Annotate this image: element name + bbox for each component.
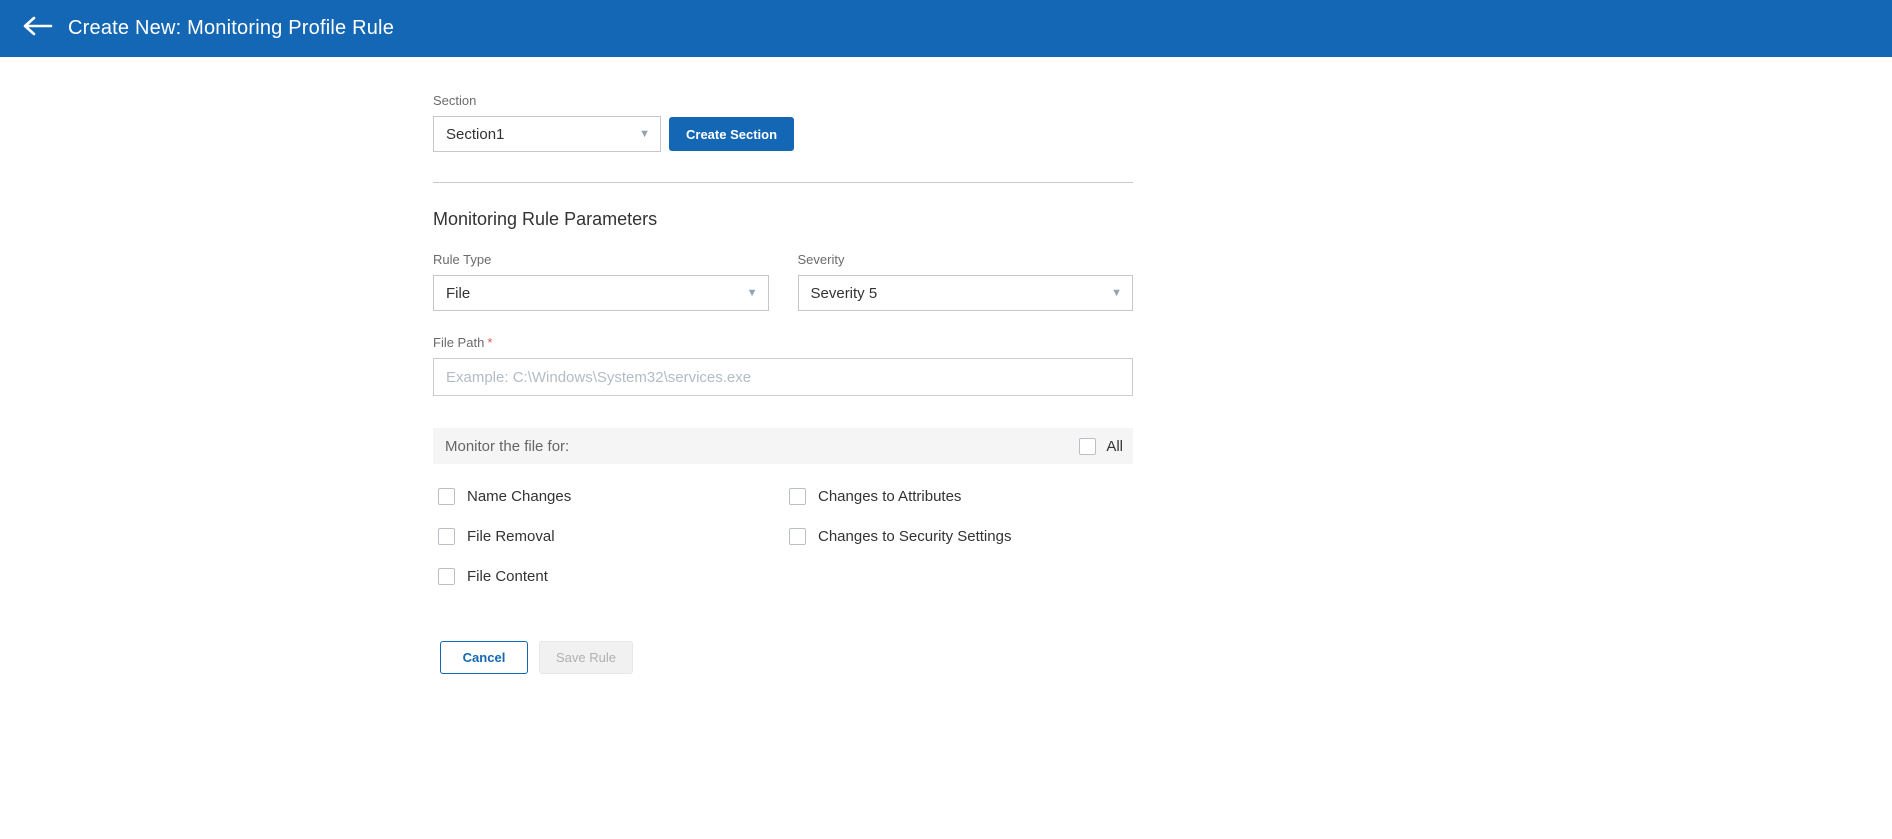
grid-spacer xyxy=(789,568,1133,585)
option-label: Changes to Security Settings xyxy=(818,528,1011,545)
chevron-down-icon: ▼ xyxy=(639,129,650,140)
rule-type-dropdown[interactable]: File ▼ xyxy=(433,275,769,311)
arrow-left-icon xyxy=(22,15,54,42)
monitor-band: Monitor the file for: All xyxy=(433,428,1133,464)
rule-type-label: Rule Type xyxy=(433,252,769,267)
section-label: Section xyxy=(433,93,1133,108)
cancel-button[interactable]: Cancel xyxy=(440,641,528,674)
create-rule-form: Section Section1 ▼ Create Section Monito… xyxy=(433,57,1133,674)
rule-type-dropdown-value: File xyxy=(446,285,470,302)
name-changes-checkbox[interactable] xyxy=(438,488,455,505)
section-dropdown[interactable]: Section1 ▼ xyxy=(433,116,661,152)
save-rule-button[interactable]: Save Rule xyxy=(539,641,633,674)
file-path-input[interactable] xyxy=(433,358,1133,396)
form-actions: Cancel Save Rule xyxy=(433,641,1133,674)
all-checkbox-row[interactable]: All xyxy=(1079,438,1123,455)
chevron-down-icon: ▼ xyxy=(747,288,758,299)
option-changes-to-attributes[interactable]: Changes to Attributes xyxy=(789,488,1133,505)
severity-label: Severity xyxy=(798,252,1134,267)
parameters-heading: Monitoring Rule Parameters xyxy=(433,209,1133,230)
option-file-removal[interactable]: File Removal xyxy=(438,528,789,545)
chevron-down-icon: ▼ xyxy=(1111,288,1122,299)
rule-type-field: Rule Type File ▼ xyxy=(433,252,769,311)
header-bar: Create New: Monitoring Profile Rule xyxy=(0,0,1892,57)
all-checkbox-label: All xyxy=(1106,438,1123,455)
monitor-options-grid: Name Changes Changes to Attributes File … xyxy=(433,488,1133,585)
section-dropdown-value: Section1 xyxy=(446,126,504,143)
all-checkbox[interactable] xyxy=(1079,438,1096,455)
rule-type-severity-row: Rule Type File ▼ Severity Severity 5 ▼ xyxy=(433,252,1133,311)
divider xyxy=(433,182,1133,183)
create-section-button[interactable]: Create Section xyxy=(669,117,794,151)
option-label: File Content xyxy=(467,568,548,585)
option-name-changes[interactable]: Name Changes xyxy=(438,488,789,505)
option-file-content[interactable]: File Content xyxy=(438,568,789,585)
monitor-band-title: Monitor the file for: xyxy=(445,438,569,455)
back-button[interactable] xyxy=(18,9,58,49)
option-label: Changes to Attributes xyxy=(818,488,961,505)
option-label: Name Changes xyxy=(467,488,571,505)
file-path-field: File Path* xyxy=(433,335,1133,396)
changes-to-security-settings-checkbox[interactable] xyxy=(789,528,806,545)
file-path-label: File Path* xyxy=(433,335,1133,350)
file-removal-checkbox[interactable] xyxy=(438,528,455,545)
file-path-label-text: File Path xyxy=(433,335,484,350)
section-row: Section1 ▼ Create Section xyxy=(433,116,1133,152)
severity-dropdown-value: Severity 5 xyxy=(811,285,878,302)
required-asterisk: * xyxy=(487,335,492,350)
severity-dropdown[interactable]: Severity 5 ▼ xyxy=(798,275,1134,311)
page-title: Create New: Monitoring Profile Rule xyxy=(68,17,394,40)
changes-to-attributes-checkbox[interactable] xyxy=(789,488,806,505)
option-label: File Removal xyxy=(467,528,555,545)
severity-field: Severity Severity 5 ▼ xyxy=(798,252,1134,311)
option-changes-to-security-settings[interactable]: Changes to Security Settings xyxy=(789,528,1133,545)
file-content-checkbox[interactable] xyxy=(438,568,455,585)
